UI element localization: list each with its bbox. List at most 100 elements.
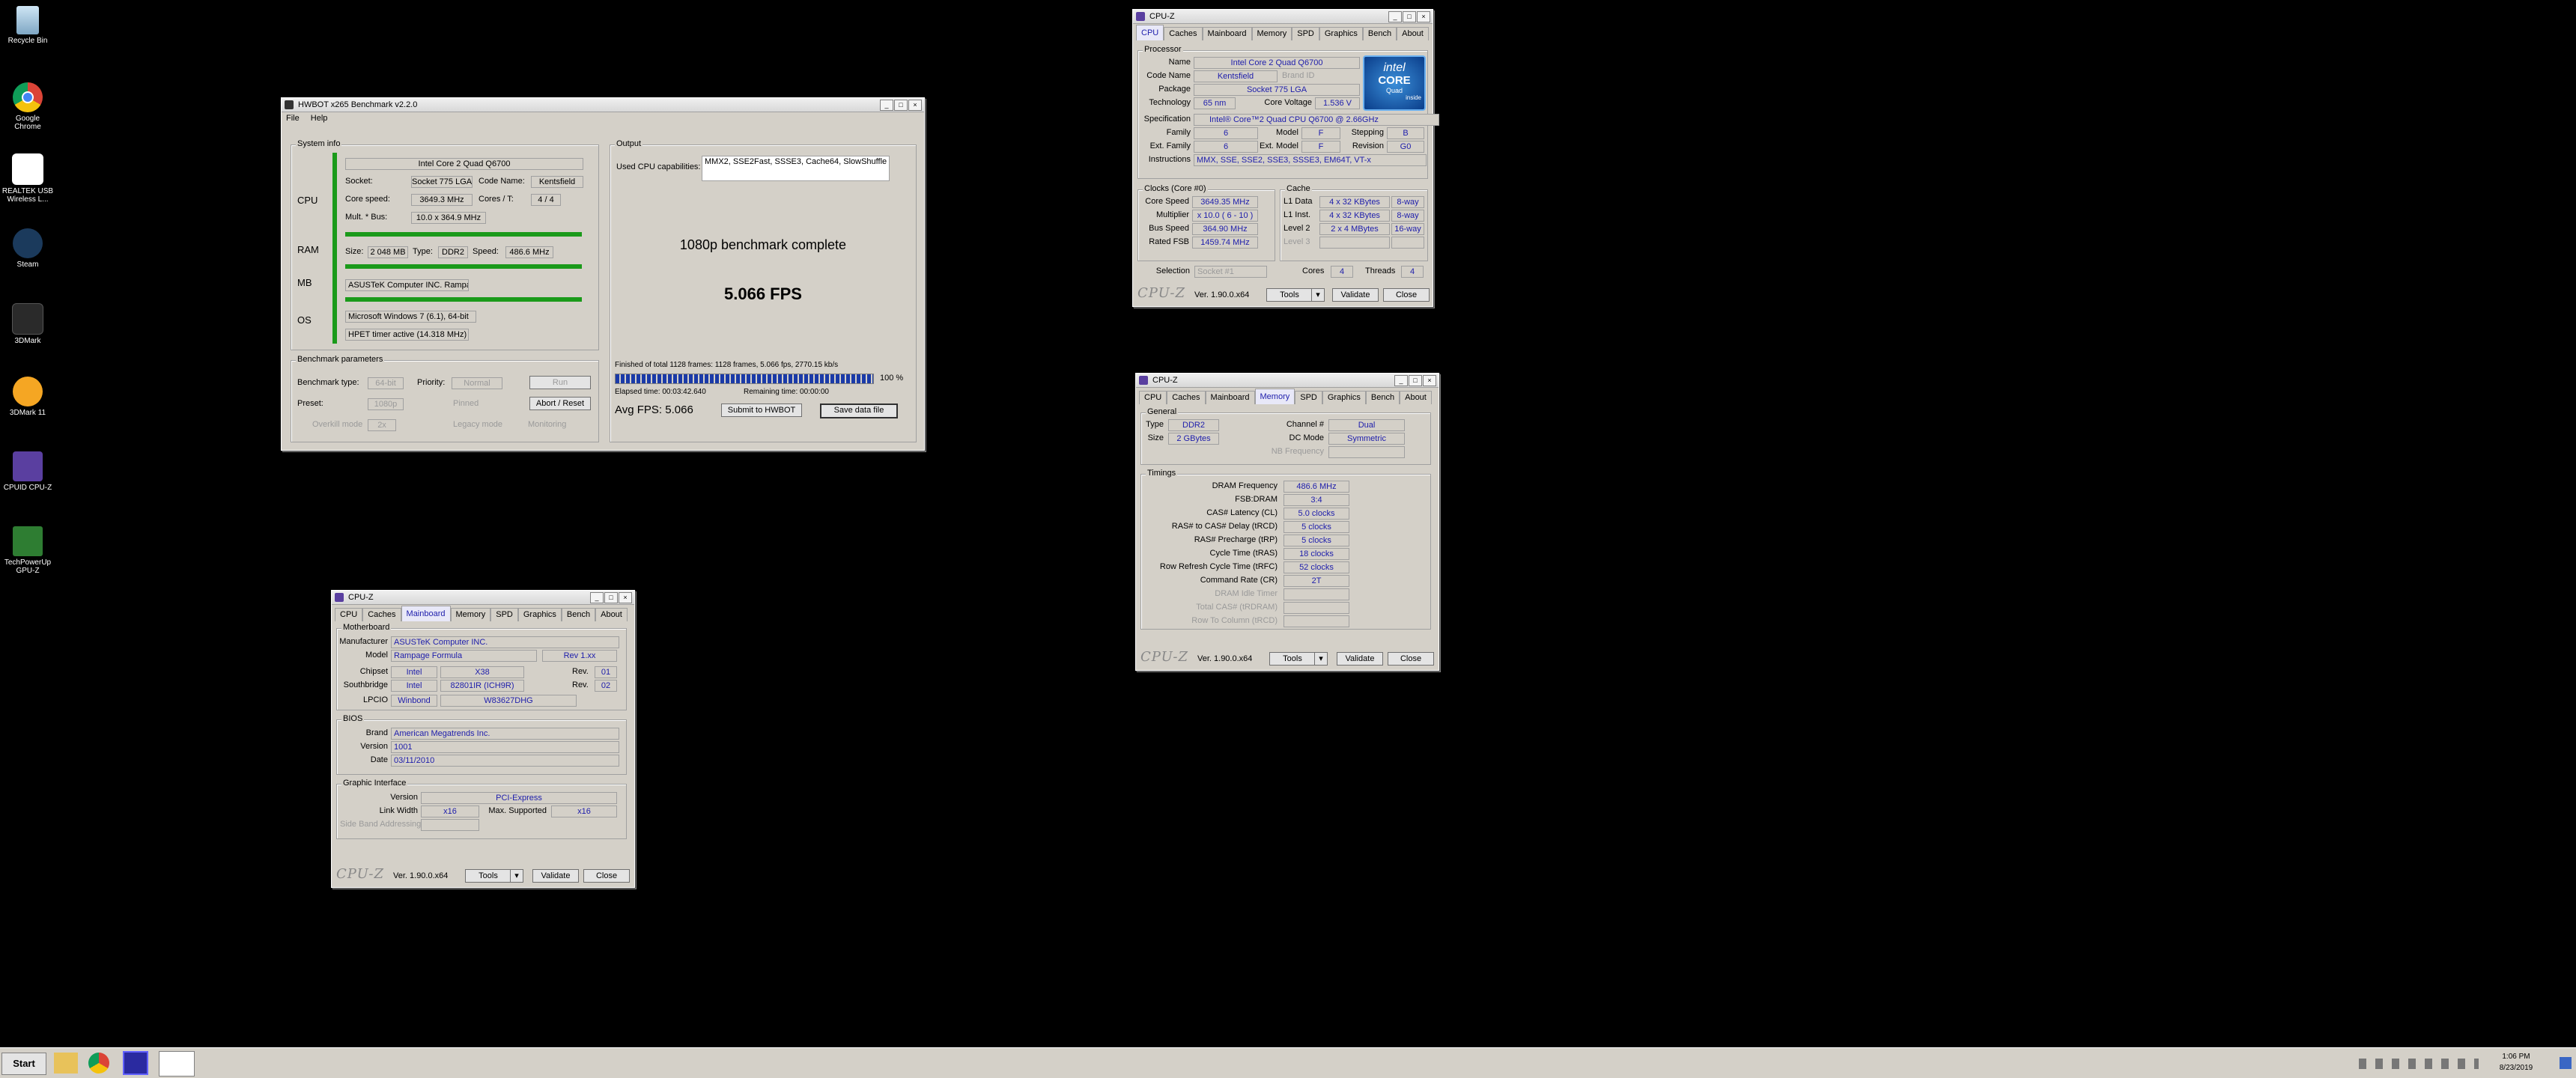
close-app-button[interactable]: Close xyxy=(1383,288,1430,302)
tab-about[interactable]: About xyxy=(1397,27,1429,40)
close-button[interactable]: × xyxy=(1417,11,1430,22)
minimize-button[interactable]: _ xyxy=(1388,11,1402,22)
cpuz-taskbar-icon[interactable] xyxy=(123,1051,148,1075)
tab-bench[interactable]: Bench xyxy=(1365,391,1400,404)
tab-graphics[interactable]: Graphics xyxy=(1322,391,1366,404)
family-label: Family xyxy=(1166,128,1191,137)
tab-memory[interactable]: Memory xyxy=(1251,27,1292,40)
tools-dropdown-button[interactable]: ▾ xyxy=(510,869,523,883)
clock[interactable]: 1:06 PM 8/23/2019 xyxy=(2486,1051,2546,1074)
priority-select[interactable]: Normal xyxy=(452,377,502,389)
tab-about[interactable]: About xyxy=(1400,391,1432,404)
validate-button[interactable]: Validate xyxy=(532,869,579,883)
validate-button[interactable]: Validate xyxy=(1337,652,1383,666)
timing-value: 2T xyxy=(1284,575,1349,587)
overkill-select[interactable]: 2x xyxy=(368,419,396,431)
timing-label: FSB:DRAM xyxy=(1235,495,1278,504)
submit-hwbot-button[interactable]: Submit to HWBOT xyxy=(721,404,802,417)
preset-select[interactable]: 1080p xyxy=(368,398,404,410)
tools-button[interactable]: Tools xyxy=(465,869,511,883)
minimize-button[interactable]: _ xyxy=(590,592,604,603)
tab-cpu[interactable]: CPU xyxy=(335,608,363,621)
tab-bench[interactable]: Bench xyxy=(1362,27,1397,40)
cpuz-titlebar[interactable]: CPU-Z _ □ × xyxy=(1133,10,1433,24)
abort-reset-button[interactable]: Abort / Reset xyxy=(529,397,591,410)
validate-button[interactable]: Validate xyxy=(1332,288,1379,302)
size-field: 2 048 MB xyxy=(368,246,408,258)
tab-caches[interactable]: Caches xyxy=(1167,391,1206,404)
gpuz-shortcut[interactable]: TechPowerUp GPU-Z xyxy=(1,526,54,575)
sideband-field xyxy=(421,819,479,831)
tab-mainboard[interactable]: Mainboard xyxy=(1202,27,1252,40)
maximize-button[interactable]: □ xyxy=(604,592,618,603)
tab-spd[interactable]: SPD xyxy=(490,608,518,621)
3dmark-shortcut[interactable]: 3DMark xyxy=(1,303,54,345)
revision-label: Revision xyxy=(1352,141,1384,150)
clock-date: 8/23/2019 xyxy=(2499,1064,2533,1072)
monitoring-checkbox[interactable]: Monitoring xyxy=(528,419,566,430)
chrome-taskbar-icon[interactable] xyxy=(88,1053,109,1074)
3dmark11-shortcut[interactable]: 3DMark 11 xyxy=(1,377,54,417)
steam-shortcut[interactable]: Steam xyxy=(1,228,54,269)
hwbot-titlebar[interactable]: HWBOT x265 Benchmark v2.2.0 _ □ × xyxy=(282,98,924,112)
maximize-button[interactable]: □ xyxy=(1403,11,1416,22)
timing-label: Row Refresh Cycle Time (tRFC) xyxy=(1159,562,1278,571)
tab-spd[interactable]: SPD xyxy=(1292,27,1319,40)
chipset-vendor-field: Intel xyxy=(391,666,437,678)
run-button[interactable]: Run xyxy=(529,376,591,389)
recycle-bin-shortcut[interactable]: Recycle Bin xyxy=(1,6,54,45)
start-button[interactable]: Start xyxy=(1,1053,46,1075)
realtek-shortcut[interactable]: REALTEK USB Wireless L... xyxy=(1,153,54,204)
tab-cpu[interactable]: CPU xyxy=(1136,25,1164,40)
tab-mainboard[interactable]: Mainboard xyxy=(401,606,451,621)
maximize-button[interactable]: □ xyxy=(1409,375,1422,386)
close-app-button[interactable]: Close xyxy=(583,869,630,883)
hwbot-taskbar-icon[interactable] xyxy=(159,1051,195,1077)
legacy-mode-checkbox[interactable]: Legacy mode xyxy=(453,419,502,430)
close-button[interactable]: × xyxy=(908,100,922,111)
selection-select[interactable]: Socket #1 xyxy=(1194,266,1267,278)
tab-about[interactable]: About xyxy=(595,608,628,621)
complete-text: 1080p benchmark complete xyxy=(679,237,847,252)
tab-bench[interactable]: Bench xyxy=(561,608,596,621)
tab-memory[interactable]: Memory xyxy=(1254,389,1295,404)
tab-cpu[interactable]: CPU xyxy=(1139,391,1167,404)
timing-label: RAS# to CAS# Delay (tRCD) xyxy=(1171,522,1278,531)
close-button[interactable]: × xyxy=(1423,375,1436,386)
benchmark-type-select[interactable]: 64-bit xyxy=(368,377,404,389)
sb-rev-label: Rev. xyxy=(572,680,589,689)
tab-caches[interactable]: Caches xyxy=(362,608,401,621)
tab-spd[interactable]: SPD xyxy=(1295,391,1322,404)
tab-mainboard[interactable]: Mainboard xyxy=(1205,391,1255,404)
capabilities-label: Used CPU capabilities: xyxy=(616,162,701,171)
minimize-button[interactable]: _ xyxy=(880,100,893,111)
cpu-section-label: CPU xyxy=(297,195,318,206)
tools-button[interactable]: Tools xyxy=(1269,652,1316,666)
menu-help[interactable]: Help xyxy=(311,114,328,123)
chipset-label: Chipset xyxy=(359,667,388,676)
show-desktop-button[interactable] xyxy=(2560,1057,2572,1069)
pinned-checkbox[interactable]: Pinned xyxy=(453,398,479,409)
menu-file[interactable]: File xyxy=(286,114,300,123)
tools-button[interactable]: Tools xyxy=(1266,288,1313,302)
overkill-checkbox[interactable]: Overkill mode xyxy=(312,419,362,430)
save-data-button[interactable]: Save data file xyxy=(820,404,898,418)
maximize-button[interactable]: □ xyxy=(894,100,908,111)
progress-percent: 100 % xyxy=(880,374,904,383)
tab-memory[interactable]: Memory xyxy=(450,608,491,621)
southbridge-label: Southbridge xyxy=(343,680,388,689)
timings-group: Timings DRAM Frequency 486.6 MHz FSB:DRAM 3… xyxy=(1140,469,1431,630)
cpuz-shortcut[interactable]: CPUID CPU-Z xyxy=(1,451,54,492)
cpuz-titlebar[interactable]: CPU-Z _ □ × xyxy=(332,591,634,605)
tab-caches[interactable]: Caches xyxy=(1164,27,1203,40)
explorer-taskbar-icon[interactable] xyxy=(54,1053,78,1074)
tools-dropdown-button[interactable]: ▾ xyxy=(1311,288,1325,302)
tab-graphics[interactable]: Graphics xyxy=(517,608,562,621)
cpuz-titlebar[interactable]: CPU-Z _ □ × xyxy=(1136,374,1439,388)
tools-dropdown-button[interactable]: ▾ xyxy=(1314,652,1328,666)
minimize-button[interactable]: _ xyxy=(1394,375,1408,386)
close-app-button[interactable]: Close xyxy=(1388,652,1434,666)
tab-graphics[interactable]: Graphics xyxy=(1319,27,1363,40)
chrome-shortcut[interactable]: Google Chrome xyxy=(1,82,54,131)
close-button[interactable]: × xyxy=(619,592,632,603)
